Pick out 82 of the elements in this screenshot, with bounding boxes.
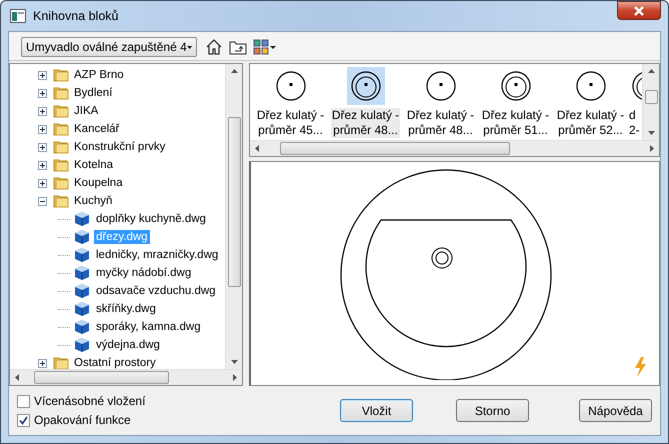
expander-toggle[interactable] (38, 70, 47, 80)
scroll-down-icon[interactable] (648, 131, 654, 135)
block-file-icon (73, 229, 91, 245)
home-icon[interactable] (205, 38, 223, 56)
folder-icon (53, 121, 69, 137)
vertical-scrollbar[interactable] (225, 64, 242, 369)
scroll-right-icon[interactable] (650, 145, 654, 152)
vertical-scrollbar[interactable] (642, 64, 659, 140)
tree-item[interactable]: ledničky, mrazničky.dwg (94, 248, 220, 262)
scroll-thumb[interactable] (280, 142, 510, 155)
scroll-right-icon[interactable] (233, 374, 237, 381)
window-icon (10, 9, 26, 23)
tree-item[interactable]: sporáky, kamna.dwg (94, 320, 203, 334)
folder-icon (53, 193, 69, 209)
horizontal-scrollbar[interactable] (10, 369, 242, 385)
dialog-button[interactable]: Vložit (340, 399, 413, 422)
dialog-button[interactable]: Nápověda (579, 399, 652, 422)
folder-icon (53, 355, 69, 369)
sink-thumbnail[interactable] (346, 67, 384, 105)
folder-up-icon[interactable] (229, 39, 247, 55)
expander-toggle[interactable] (38, 124, 47, 134)
block-file-icon (73, 301, 91, 317)
horizontal-scrollbar[interactable] (250, 140, 659, 156)
thumbnail-label[interactable]: Dřez kulatý - průměr 45... (256, 108, 326, 138)
scroll-up-icon[interactable] (648, 69, 654, 73)
scroll-thumb[interactable] (34, 371, 168, 384)
tree-item[interactable]: Kuchyň (72, 194, 114, 208)
expander-toggle[interactable] (38, 196, 47, 206)
scroll-thumb[interactable] (228, 116, 240, 286)
folder-icon (53, 85, 69, 101)
scroll-up-icon[interactable] (230, 69, 238, 73)
tree-item[interactable]: Kancelář (72, 122, 122, 136)
close-icon (633, 6, 645, 16)
expander-toggle[interactable] (38, 160, 47, 170)
block-file-icon (73, 283, 91, 299)
dialog-button[interactable]: Storno (456, 399, 529, 422)
block-file-icon (73, 319, 91, 335)
expander-toggle[interactable] (38, 88, 47, 98)
thumbnail-label[interactable]: Dřez kulatý - průměr 51... (480, 108, 550, 138)
window-title: Knihovna bloků (33, 9, 120, 23)
thumbnail-label[interactable]: d 2- (628, 108, 641, 138)
view-menu-icon[interactable] (253, 39, 277, 55)
scroll-thumb[interactable] (644, 90, 658, 104)
tree-item[interactable]: výdejna.dwg (94, 338, 162, 352)
tree-item[interactable]: Kotelna (72, 158, 116, 172)
folder-icon (53, 139, 69, 155)
block-file-icon (73, 247, 91, 263)
thumbnail-label[interactable]: Dřez kulatý - průměr 48... (406, 108, 476, 138)
tree-item[interactable]: AZP Brno (72, 68, 126, 82)
scroll-left-icon[interactable] (15, 374, 19, 381)
thumbnail-label[interactable]: Dřez kulatý - průměr 52... (556, 108, 626, 138)
thumbnail-label[interactable]: Dřez kulatý - průměr 48... (330, 108, 400, 138)
checkbox[interactable] (17, 414, 30, 426)
tree-item[interactable]: Bydlení (72, 86, 114, 100)
folder-icon (53, 67, 69, 83)
tree-item[interactable]: myčky nádobí.dwg (94, 266, 194, 280)
block-file-icon (73, 337, 91, 353)
checkbox-label[interactable]: Opakování funkce (34, 413, 131, 427)
folder-icon (53, 175, 69, 191)
checkbox[interactable] (17, 394, 30, 408)
caret-icon (186, 44, 192, 50)
tree-item[interactable]: Konstrukční prvky (72, 140, 168, 154)
close-button[interactable] (617, 1, 661, 20)
tree-item[interactable]: Koupelna (72, 176, 125, 190)
tree-item[interactable]: doplňky kuchyně.dwg (94, 212, 208, 226)
lightning-icon (633, 357, 647, 377)
folder-icon (53, 103, 69, 119)
tree-item[interactable]: Ostatní prostory (72, 356, 158, 369)
block-dropdown[interactable]: Umyvadlo oválné zapuštěné 4 (21, 37, 197, 57)
expander-toggle[interactable] (38, 358, 47, 368)
scroll-left-icon[interactable] (255, 145, 259, 152)
expander-toggle[interactable] (38, 106, 47, 116)
checkbox-label[interactable]: Vícenásobné vložení (34, 394, 146, 408)
expander-toggle[interactable] (38, 178, 47, 188)
tree-item[interactable]: skříňky.dwg (94, 302, 158, 316)
block-file-icon (73, 211, 91, 227)
tree-item[interactable]: odsavače vzduchu.dwg (94, 284, 218, 298)
scroll-down-icon[interactable] (230, 360, 238, 364)
expander-toggle[interactable] (38, 142, 47, 152)
tree-item[interactable]: JIKA (72, 104, 100, 118)
block-file-icon (73, 265, 91, 281)
folder-icon (53, 157, 69, 173)
